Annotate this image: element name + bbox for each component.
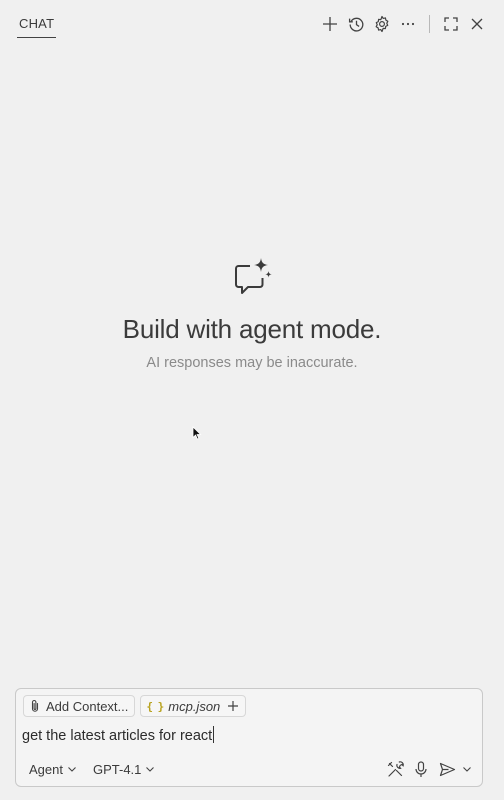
attached-file-chip[interactable]: { } mcp.json xyxy=(140,695,247,717)
chat-sparkle-icon xyxy=(235,258,272,294)
chat-toolbar xyxy=(317,12,490,36)
model-dropdown[interactable]: GPT-4.1 xyxy=(87,760,161,779)
chevron-down-icon xyxy=(68,767,76,772)
voice-input-button[interactable] xyxy=(408,758,434,780)
add-context-button[interactable]: Add Context... xyxy=(23,695,136,717)
toolbar-divider xyxy=(429,15,430,33)
plus-icon xyxy=(323,17,337,31)
history-icon xyxy=(348,17,363,32)
chat-input-box[interactable]: Add Context... { } mcp.json get the late… xyxy=(15,688,483,787)
more-actions-button[interactable] xyxy=(395,12,421,36)
json-braces-icon: { } xyxy=(146,699,164,713)
close-icon xyxy=(471,18,483,30)
model-label: GPT-4.1 xyxy=(92,761,142,777)
prompt-text: get the latest articles for react xyxy=(22,728,213,744)
mic-icon xyxy=(415,760,427,777)
maximize-icon xyxy=(444,17,458,31)
history-button[interactable] xyxy=(343,12,369,36)
tab-chat[interactable]: CHAT xyxy=(17,13,57,38)
welcome-disclaimer: AI responses may be inaccurate. xyxy=(146,355,358,371)
chevron-down-icon xyxy=(146,767,155,772)
configure-tools-button[interactable] xyxy=(382,758,408,780)
prompt-input[interactable]: get the latest articles for react xyxy=(22,726,215,744)
add-context-label: Add Context... xyxy=(46,698,129,714)
mouse-pointer-icon xyxy=(192,426,202,440)
send-options-button[interactable] xyxy=(460,758,474,780)
text-caret xyxy=(213,726,215,743)
maximize-button[interactable] xyxy=(438,12,464,36)
more-icon xyxy=(401,22,415,26)
mode-dropdown[interactable]: Agent xyxy=(23,760,83,779)
welcome-title: Build with agent mode. xyxy=(122,314,382,344)
paperclip-icon xyxy=(29,699,41,713)
input-toolbar: Agent GPT-4.1 xyxy=(23,758,474,780)
attached-file-name: mcp.json xyxy=(168,698,221,714)
add-file-button[interactable] xyxy=(227,700,239,712)
new-chat-button[interactable] xyxy=(317,12,343,36)
welcome-panel: Build with agent mode. AI responses may … xyxy=(0,256,504,371)
send-button[interactable] xyxy=(434,758,460,780)
context-row: Add Context... { } mcp.json xyxy=(23,695,251,717)
chat-header: CHAT xyxy=(0,0,504,48)
close-button[interactable] xyxy=(464,12,490,36)
tools-icon xyxy=(387,760,404,777)
send-icon xyxy=(439,762,455,776)
settings-button[interactable] xyxy=(369,12,395,36)
chevron-down-icon xyxy=(463,767,471,772)
mode-label: Agent xyxy=(29,761,63,777)
gear-icon xyxy=(375,15,389,33)
plus-icon xyxy=(228,701,239,711)
